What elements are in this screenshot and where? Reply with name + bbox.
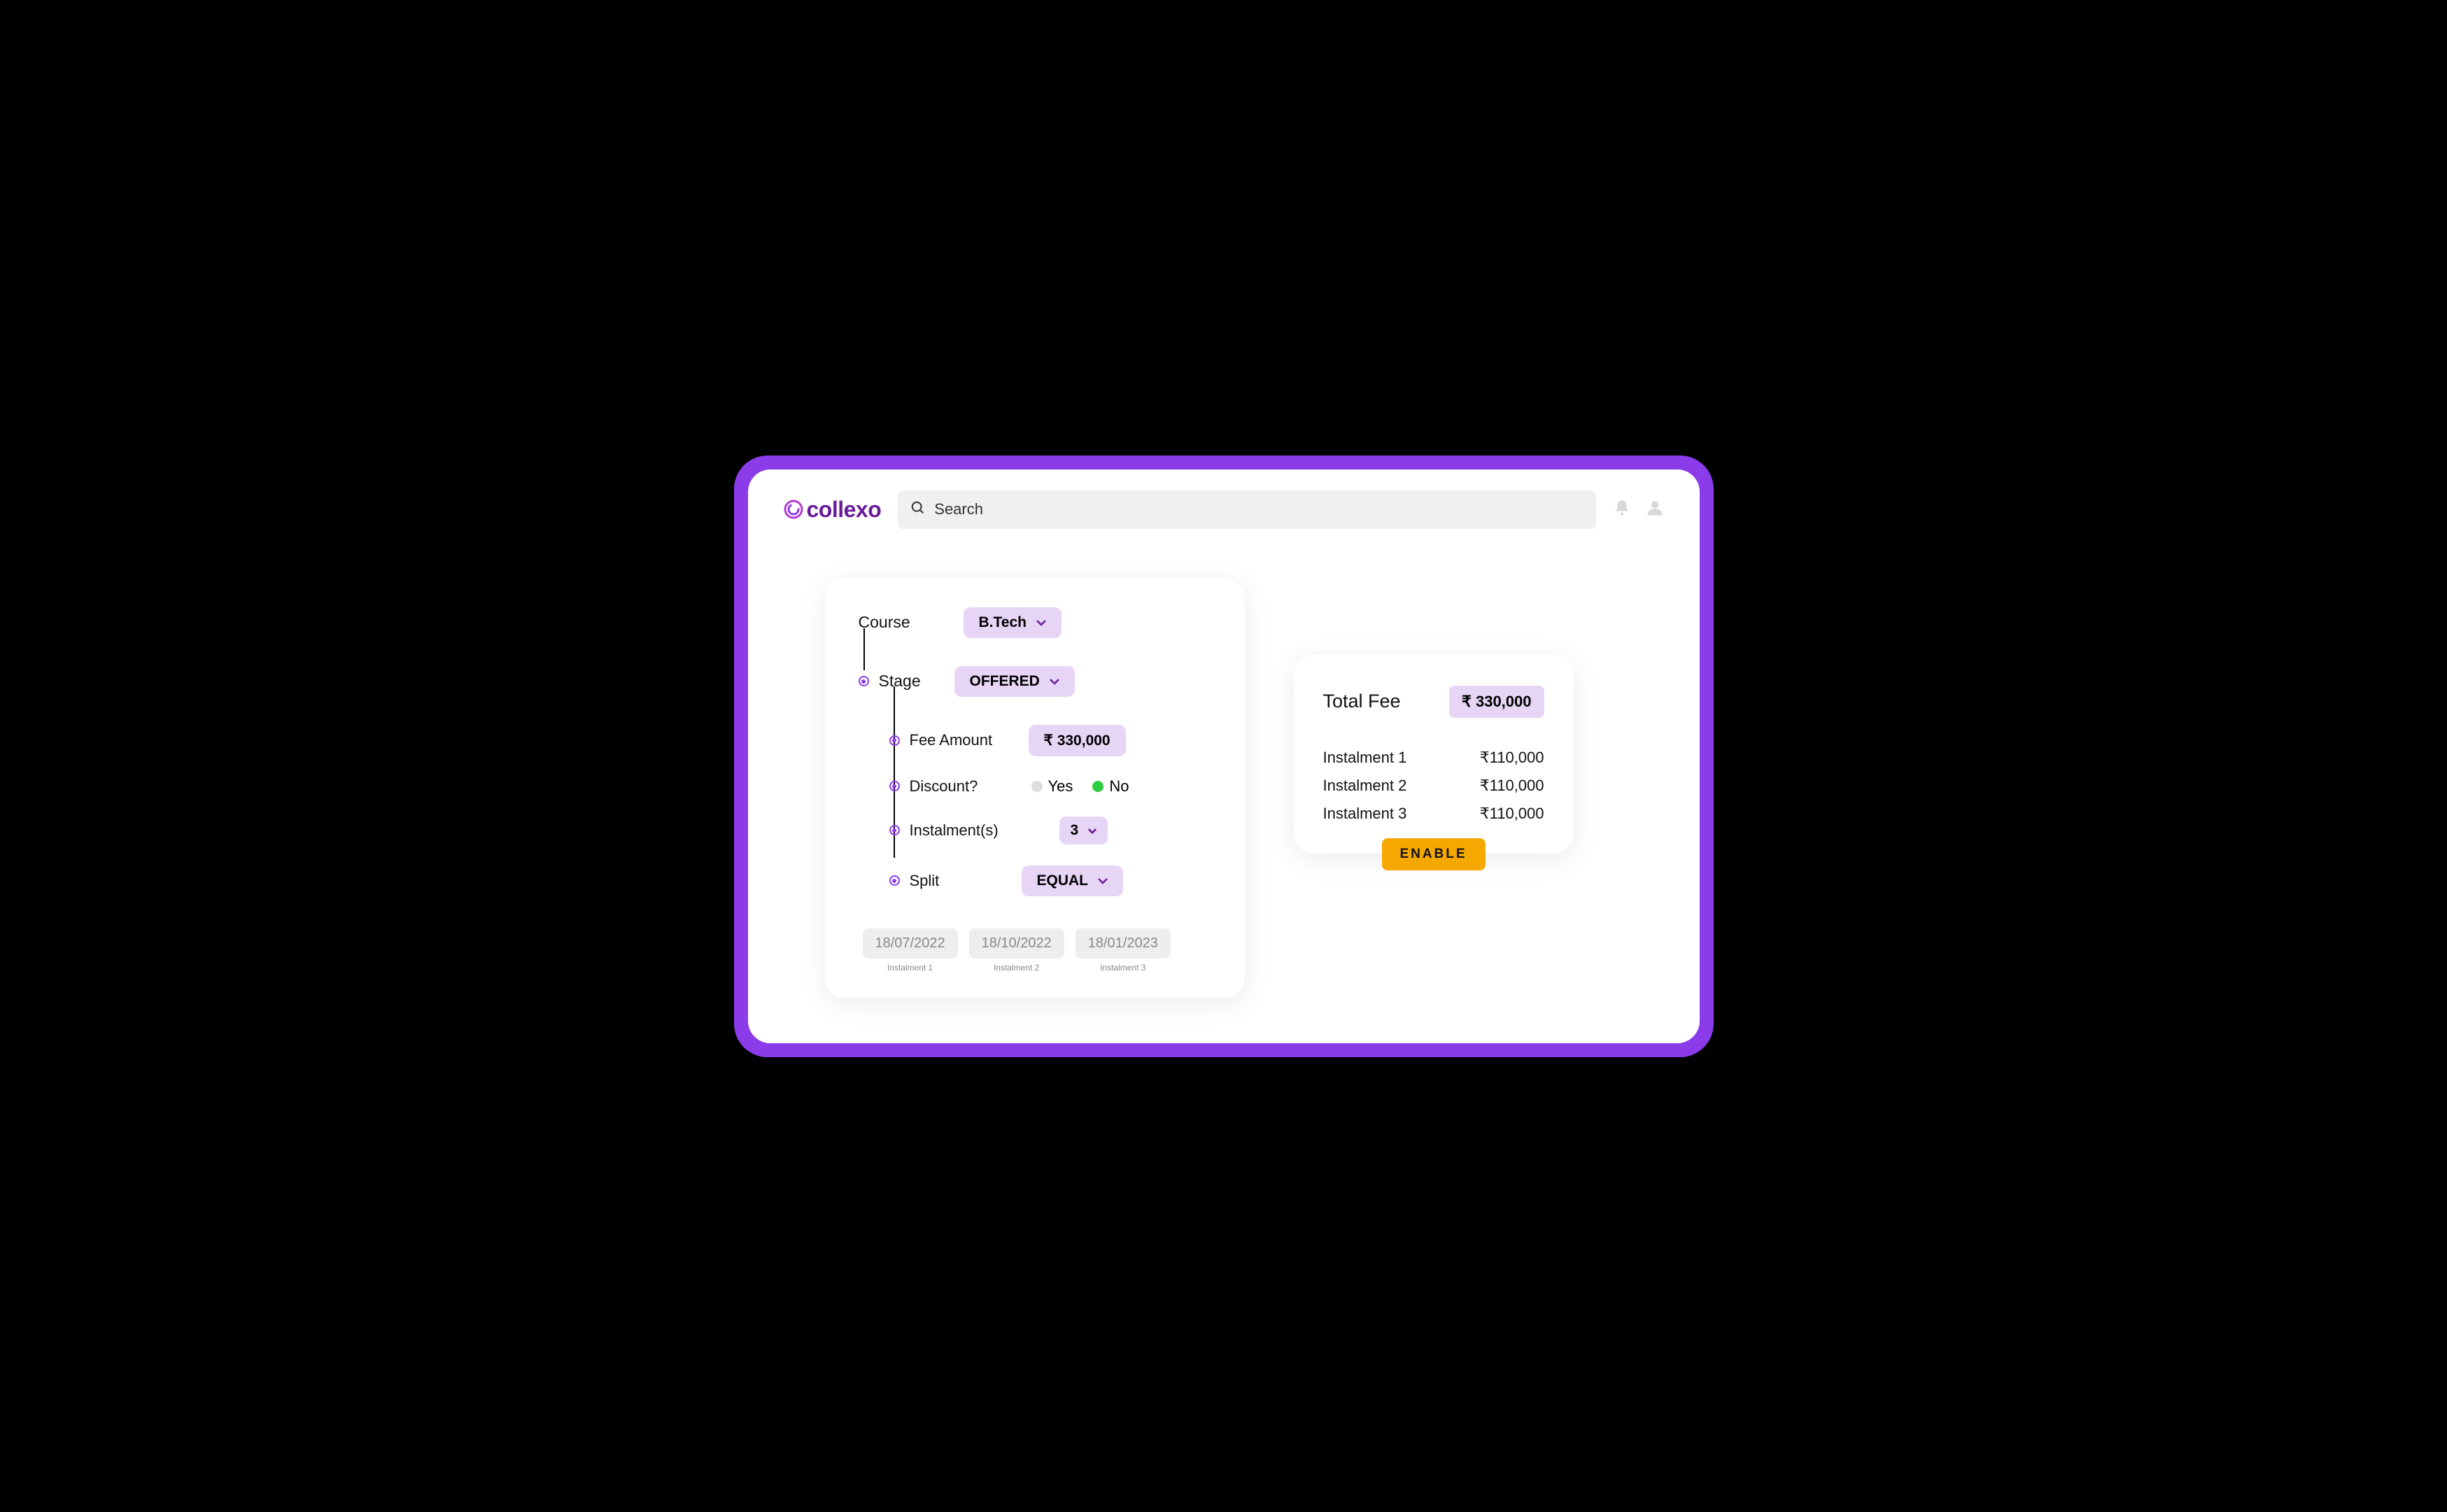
split-select[interactable]: EQUAL xyxy=(1022,865,1124,896)
instalment-date-3: 18/01/2023 Instalment 3 xyxy=(1076,928,1171,973)
instalments-value: 3 xyxy=(1071,822,1079,839)
course-value: B.Tech xyxy=(979,614,1027,631)
instalment-row-label: Instalment 1 xyxy=(1323,749,1407,767)
stage-value: OFFERED xyxy=(970,673,1040,690)
tree-marker-icon xyxy=(889,781,900,791)
date-input[interactable]: 18/01/2023 xyxy=(1076,928,1171,959)
header: collexo xyxy=(783,490,1665,529)
search-bar[interactable] xyxy=(898,490,1595,529)
logo-text: collexo xyxy=(807,497,882,523)
instalments-label: Instalment(s) xyxy=(910,821,1059,840)
fee-amount-label: Fee Amount xyxy=(910,731,1029,749)
discount-yes-label: Yes xyxy=(1048,777,1073,796)
instalment-row: Instalment 1 ₹110,000 xyxy=(1323,749,1544,767)
date-input[interactable]: 18/07/2022 xyxy=(863,928,958,959)
tree-marker-icon xyxy=(889,735,900,746)
discount-row: Discount? Yes No xyxy=(889,770,1217,803)
total-fee-value: ₹ 330,000 xyxy=(1449,686,1544,718)
search-input[interactable] xyxy=(934,500,1583,518)
discount-no-radio[interactable]: No xyxy=(1092,777,1129,796)
chevron-down-icon xyxy=(1036,614,1046,631)
fee-amount-row: Fee Amount ₹ 330,000 xyxy=(889,718,1217,763)
config-card: Course B.Tech Stage OFFERED xyxy=(825,578,1245,998)
stage-label: Stage xyxy=(879,672,954,691)
date-input[interactable]: 18/10/2022 xyxy=(969,928,1064,959)
instalment-row: Instalment 2 ₹110,000 xyxy=(1323,777,1544,795)
date-caption: Instalment 2 xyxy=(994,963,1039,973)
tree-marker-icon xyxy=(889,875,900,886)
user-icon[interactable] xyxy=(1645,498,1665,521)
instalment-row: Instalment 3 ₹110,000 xyxy=(1323,805,1544,823)
course-row: Course B.Tech xyxy=(859,607,1217,659)
radio-icon xyxy=(1031,781,1043,792)
summary-card: Total Fee ₹ 330,000 Instalment 1 ₹110,00… xyxy=(1294,655,1574,854)
stage-row: Stage OFFERED xyxy=(859,666,1217,711)
app-window: collexo xyxy=(748,469,1700,1043)
instalment-date-2: 18/10/2022 Instalment 2 xyxy=(969,928,1064,973)
course-select[interactable]: B.Tech xyxy=(964,607,1062,638)
chevron-down-icon xyxy=(1050,673,1059,690)
chevron-down-icon xyxy=(1088,822,1096,839)
logo-icon xyxy=(783,499,804,520)
instalments-row: Instalment(s) 3 xyxy=(889,810,1217,852)
date-caption: Instalment 1 xyxy=(887,963,933,973)
discount-label: Discount? xyxy=(910,777,1029,796)
tree-marker-icon xyxy=(889,825,900,835)
main-content: Course B.Tech Stage OFFERED xyxy=(783,578,1665,998)
instalment-row-value: ₹110,000 xyxy=(1480,749,1544,767)
instalment-row-value: ₹110,000 xyxy=(1480,777,1544,795)
instalment-row-label: Instalment 2 xyxy=(1323,777,1407,795)
enable-button[interactable]: ENABLE xyxy=(1381,838,1485,870)
bell-icon[interactable] xyxy=(1613,499,1631,521)
total-fee-label: Total Fee xyxy=(1323,691,1401,712)
search-icon xyxy=(910,500,926,519)
stage-select[interactable]: OFFERED xyxy=(954,666,1075,697)
logo: collexo xyxy=(783,497,882,523)
discount-yes-radio[interactable]: Yes xyxy=(1031,777,1073,796)
discount-no-label: No xyxy=(1109,777,1129,796)
course-label: Course xyxy=(859,613,964,632)
instalment-date-1: 18/07/2022 Instalment 1 xyxy=(863,928,958,973)
instalment-row-label: Instalment 3 xyxy=(1323,805,1407,823)
date-caption: Instalment 3 xyxy=(1100,963,1145,973)
app-frame: collexo xyxy=(734,455,1714,1057)
fee-amount-value[interactable]: ₹ 330,000 xyxy=(1029,725,1126,756)
split-row: Split EQUAL xyxy=(889,859,1217,903)
split-label: Split xyxy=(910,872,1022,890)
instalment-dates: 18/07/2022 Instalment 1 18/10/2022 Insta… xyxy=(863,928,1217,973)
instalments-select[interactable]: 3 xyxy=(1059,817,1108,845)
split-value: EQUAL xyxy=(1037,872,1089,889)
tree-marker-icon xyxy=(859,676,869,686)
chevron-down-icon xyxy=(1098,872,1108,889)
instalment-row-value: ₹110,000 xyxy=(1480,805,1544,823)
instalment-list: Instalment 1 ₹110,000 Instalment 2 ₹110,… xyxy=(1323,749,1544,823)
header-icons xyxy=(1613,498,1665,521)
radio-icon xyxy=(1092,781,1103,792)
discount-radio-group: Yes No xyxy=(1031,777,1129,796)
summary-header: Total Fee ₹ 330,000 xyxy=(1323,686,1544,718)
